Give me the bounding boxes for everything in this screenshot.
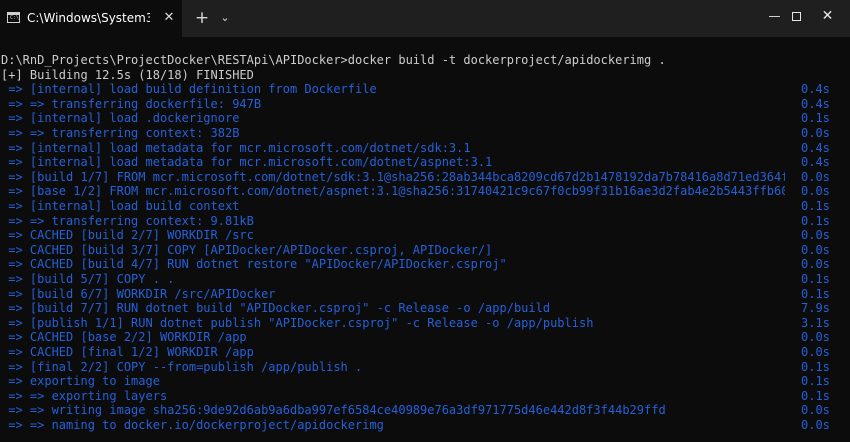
build-step-time: 0.1s: [801, 272, 830, 286]
build-step-time: 0.1s: [801, 388, 830, 403]
build-step-text: => CACHED [build 3/7] COPY [APIDocker/AP…: [1, 242, 493, 257]
build-step-time: 0.1s: [801, 374, 830, 389]
build-step-line: => [internal] load metadata for mcr.micr…: [1, 155, 850, 170]
build-step-text: => [internal] load build context: [1, 199, 240, 213]
build-step-time: 3.1s: [801, 315, 830, 330]
build-step-line: => [internal] load .dockerignore 0.1s: [1, 111, 850, 126]
build-step-line: => [base 1/2] FROM mcr.microsoft.com/dot…: [1, 184, 850, 199]
build-step-text: => [build 1/7] FROM mcr.microsoft.com/do…: [1, 169, 785, 184]
build-step-line: => CACHED [build 3/7] COPY [APIDocker/AP…: [1, 243, 850, 258]
build-step-line: => [build 1/7] FROM mcr.microsoft.com/do…: [1, 170, 850, 185]
build-step-time: 0.4s: [801, 155, 830, 170]
build-step-line: => CACHED [build 2/7] WORKDIR /src 0.0s: [1, 228, 850, 243]
build-step-time: 0.0s: [801, 330, 830, 345]
build-step-text: => CACHED [final 1/2] WORKDIR /app: [1, 345, 254, 359]
build-step-line: => [internal] load build definition from…: [1, 82, 850, 97]
build-status-line: [+] Building 12.5s (18/18) FINISHED: [1, 67, 254, 82]
build-step-time: 0.1s: [801, 286, 830, 301]
build-step-line: => CACHED [final 1/2] WORKDIR /app 0.0s: [1, 345, 850, 360]
build-step-line: => => exporting layers 0.1s: [1, 389, 850, 404]
build-step-text: => CACHED [build 2/7] WORKDIR /src: [1, 228, 254, 243]
tab-close-icon[interactable]: ✕: [160, 9, 178, 27]
command-prompt-line: D:\RnD_Projects\ProjectDocker\RESTApi\AP…: [1, 53, 666, 67]
build-step-text: => => writing image sha256:9de92d6ab9a6d…: [1, 403, 666, 418]
build-step-text: => => transferring context: 382B: [1, 126, 240, 140]
build-step-time: 0.1s: [801, 359, 830, 374]
maximize-button[interactable]: [792, 12, 801, 21]
build-step-text: => CACHED [build 4/7] RUN dotnet restore…: [1, 257, 507, 272]
build-step-time: 0.0s: [801, 126, 830, 140]
build-step-text: => [internal] load build definition from…: [1, 82, 377, 97]
build-step-text: => [internal] load .dockerignore: [1, 111, 240, 126]
build-step-text: => exporting to image: [1, 374, 160, 389]
build-step-text: => CACHED [base 2/2] WORKDIR /app: [1, 330, 247, 345]
build-step-text: => [publish 1/1] RUN dotnet publish "API…: [1, 315, 594, 330]
build-step-time: 0.0s: [801, 403, 830, 418]
build-step-time: 7.9s: [801, 301, 830, 316]
build-step-text: => [build 5/7] COPY . .: [1, 272, 175, 286]
build-step-time: 0.1s: [801, 199, 830, 213]
build-step-time: 0.0s: [801, 184, 830, 199]
build-step-line: => => naming to docker.io/dockerproject/…: [1, 418, 850, 433]
build-step-time: 0.0s: [801, 242, 830, 257]
terminal-output[interactable]: D:\RnD_Projects\ProjectDocker\RESTApi\AP…: [0, 53, 850, 442]
build-step-time: 0.1s: [801, 213, 830, 228]
build-step-text: => [internal] load metadata for mcr.micr…: [1, 140, 471, 155]
build-step-line: => [internal] load metadata for mcr.micr…: [1, 141, 850, 156]
cmd-icon: C:\: [7, 12, 20, 23]
build-step-time: 0.0s: [801, 418, 830, 432]
build-step-line: => CACHED [base 2/2] WORKDIR /app 0.0s: [1, 330, 850, 345]
tab-cmd[interactable]: C:\ C:\Windows\System32\cmd.e ✕: [0, 0, 182, 37]
build-step-time: 0.4s: [801, 140, 830, 155]
build-step-line: => => transferring context: 382B 0.0s: [1, 126, 850, 141]
close-window-button[interactable]: ✕: [805, 0, 850, 32]
terminal-window: C:\ C:\Windows\System32\cmd.e ✕ + ⌄ — ✕ …: [0, 0, 850, 442]
build-step-text: => [base 1/2] FROM mcr.microsoft.com/dot…: [1, 184, 785, 199]
new-tab-button[interactable]: +: [193, 9, 211, 27]
build-step-line: => [publish 1/1] RUN dotnet publish "API…: [1, 316, 850, 331]
build-step-line: => [build 7/7] RUN dotnet build "APIDock…: [1, 301, 850, 316]
build-step-line: => [build 5/7] COPY . . 0.1s: [1, 272, 850, 287]
build-step-line: => exporting to image 0.1s: [1, 374, 850, 389]
build-step-text: => => transferring context: 9.81kB: [1, 213, 254, 228]
build-step-text: => => transferring dockerfile: 947B: [1, 96, 262, 111]
build-step-time: 0.0s: [801, 228, 830, 243]
build-step-text: => [build 7/7] RUN dotnet build "APIDock…: [1, 301, 551, 316]
build-step-line: => => writing image sha256:9de92d6ab9a6d…: [1, 403, 850, 418]
build-step-line: => [build 6/7] WORKDIR /src/APIDocker 0.1…: [1, 287, 850, 302]
build-step-time: 0.0s: [801, 257, 830, 272]
build-step-time: 0.4s: [801, 96, 830, 111]
tab-dropdown-chevron-icon[interactable]: ⌄: [217, 9, 233, 27]
build-step-time: 0.4s: [801, 82, 830, 97]
title-bar: C:\ C:\Windows\System32\cmd.e ✕ + ⌄ — ✕: [0, 0, 850, 37]
build-step-line: => [final 2/2] COPY --from=publish /app/…: [1, 360, 850, 375]
build-step-time: 0.0s: [801, 169, 830, 184]
build-step-line: => => transferring context: 9.81kB 0.1s: [1, 214, 850, 229]
build-step-text: => [build 6/7] WORKDIR /src/APIDocker: [1, 286, 276, 301]
build-step-text: => [final 2/2] COPY --from=publish /app/…: [1, 359, 363, 374]
build-step-text: => [internal] load metadata for mcr.micr…: [1, 155, 493, 170]
minimize-button[interactable]: —: [752, 0, 797, 32]
build-step-time: 0.0s: [801, 345, 830, 359]
tab-title: C:\Windows\System32\cmd.e: [27, 11, 150, 25]
build-step-line: => CACHED [build 4/7] RUN dotnet restore…: [1, 257, 850, 272]
build-step-line: => [internal] load build context 0.1s: [1, 199, 850, 214]
build-step-time: 0.1s: [801, 111, 830, 126]
build-step-text: => => naming to docker.io/dockerproject/…: [1, 418, 384, 432]
build-step-text: => => exporting layers: [1, 388, 168, 403]
build-step-line: => => transferring dockerfile: 947B 0.4s: [1, 97, 850, 112]
